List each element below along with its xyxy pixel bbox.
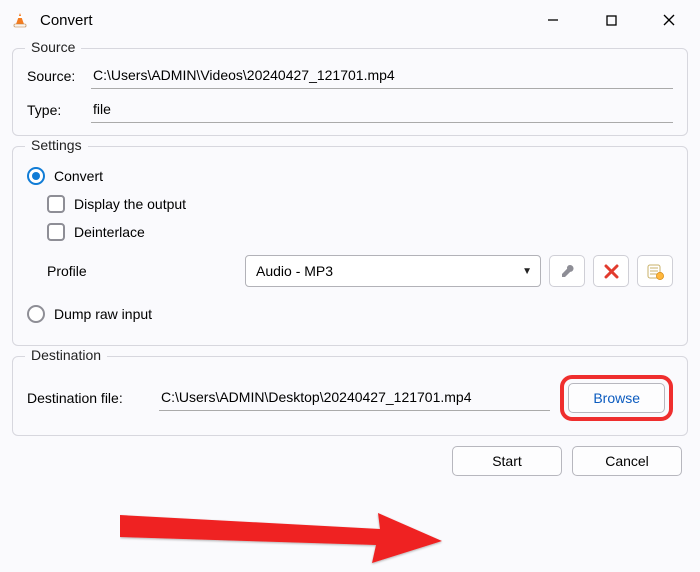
delete-profile-button[interactable] (593, 255, 629, 287)
destination-input[interactable] (159, 385, 550, 411)
display-output-label: Display the output (74, 196, 186, 212)
edit-profile-button[interactable] (549, 255, 585, 287)
browse-highlight: Browse (560, 375, 673, 421)
source-group: Source Source: Type: (12, 48, 688, 136)
window-controls (524, 0, 698, 40)
profile-label: Profile (47, 263, 237, 279)
source-legend: Source (25, 39, 81, 55)
settings-group: Settings Convert Display the output Dein… (12, 146, 688, 346)
dump-radio[interactable]: Dump raw input (27, 305, 673, 323)
dump-radio-label: Dump raw input (54, 306, 152, 322)
destination-legend: Destination (25, 347, 107, 363)
browse-button[interactable]: Browse (568, 383, 665, 413)
destination-label: Destination file: (27, 390, 149, 406)
minimize-button[interactable] (524, 0, 582, 40)
chevron-down-icon: ▼ (522, 266, 532, 277)
window-title: Convert (40, 12, 93, 29)
delete-icon (604, 264, 619, 279)
cancel-button[interactable]: Cancel (572, 446, 682, 476)
deinterlace-label: Deinterlace (74, 224, 145, 240)
radio-off-icon (27, 305, 45, 323)
new-profile-button[interactable] (637, 255, 673, 287)
settings-legend: Settings (25, 137, 88, 153)
source-label: Source: (27, 68, 91, 84)
annotation-arrow (120, 495, 450, 567)
checkbox-empty-icon (47, 223, 65, 241)
close-button[interactable] (640, 0, 698, 40)
dialog-footer: Start Cancel (18, 446, 682, 476)
convert-radio-label: Convert (54, 168, 103, 184)
deinterlace-checkbox[interactable]: Deinterlace (47, 223, 673, 241)
checkbox-empty-icon (47, 195, 65, 213)
profile-combobox[interactable]: Audio - MP3 ▼ (245, 255, 541, 287)
new-profile-icon (647, 263, 664, 280)
maximize-button[interactable] (582, 0, 640, 40)
profile-value: Audio - MP3 (256, 263, 333, 279)
titlebar: Convert (0, 0, 700, 40)
start-button[interactable]: Start (452, 446, 562, 476)
app-icon (10, 10, 30, 30)
destination-group: Destination Destination file: Browse (12, 356, 688, 436)
display-output-checkbox[interactable]: Display the output (47, 195, 673, 213)
source-input[interactable] (91, 63, 673, 89)
radio-on-icon (27, 167, 45, 185)
type-input (91, 97, 673, 123)
convert-radio[interactable]: Convert (27, 167, 673, 185)
type-label: Type: (27, 102, 91, 118)
wrench-icon (559, 263, 576, 280)
